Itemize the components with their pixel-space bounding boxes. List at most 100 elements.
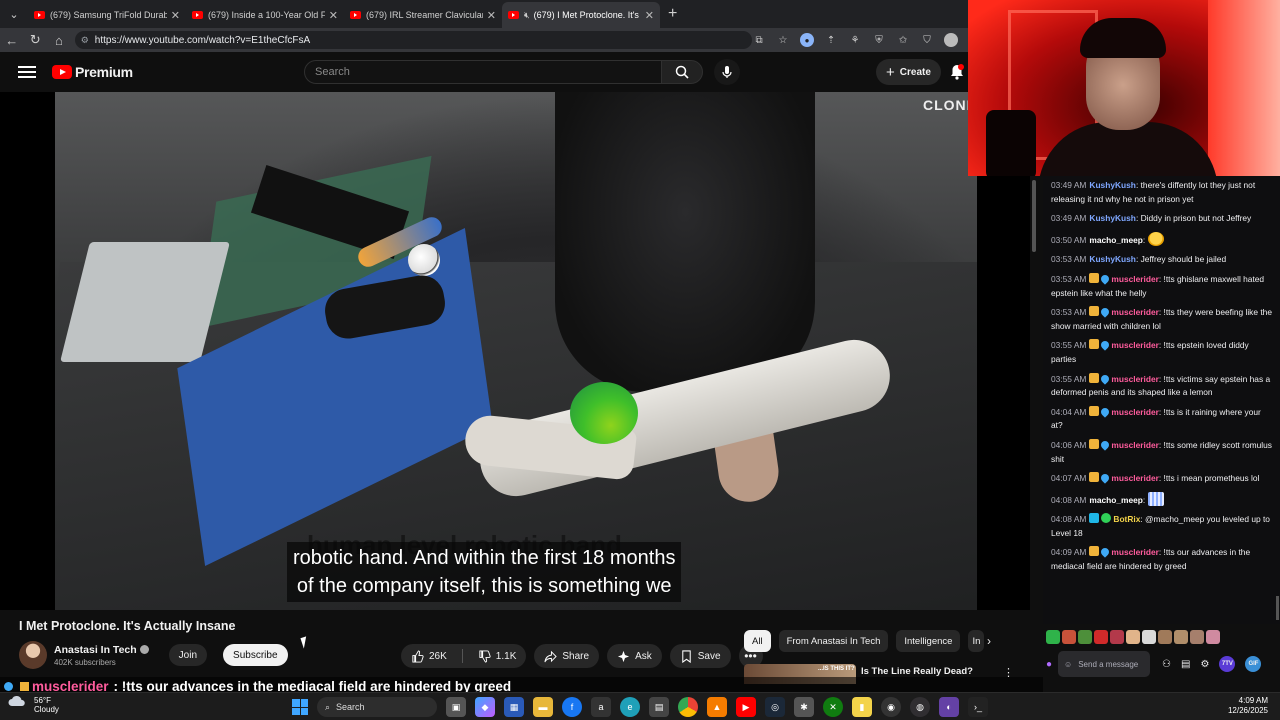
close-tab-icon[interactable]: ✕ <box>171 9 180 22</box>
chip-all[interactable]: All <box>744 630 771 652</box>
settings-icon[interactable]: ✱ <box>794 697 814 717</box>
home-icon[interactable]: ⌂ <box>47 33 71 48</box>
chip-intelligence[interactable]: Intelligence <box>896 630 961 652</box>
facebook-icon[interactable]: f <box>562 697 582 717</box>
calculator-icon[interactable]: ▤ <box>649 697 669 717</box>
gif-icon[interactable]: GIF <box>1245 656 1262 672</box>
scrollbar-thumb[interactable] <box>1032 180 1036 252</box>
emote-figure-icon[interactable] <box>1142 630 1156 644</box>
site-info-icon[interactable]: ⚙ <box>81 35 89 46</box>
channel-avatar[interactable] <box>19 641 47 669</box>
emote-grid-icon[interactable] <box>1110 630 1124 644</box>
back-arrow-icon[interactable]: ← <box>0 33 24 48</box>
chevron-right-icon[interactable]: › <box>987 634 991 648</box>
search-button[interactable] <box>661 60 703 84</box>
chat-username[interactable]: KushyKush <box>1089 213 1136 223</box>
notes-icon[interactable]: ▮ <box>852 697 872 717</box>
subscribe-button[interactable]: Subscribe <box>223 644 288 666</box>
browser-tab[interactable]: (679) Inside a 100-Year Old Farm T ✕ <box>186 2 344 28</box>
recommended-title[interactable]: Is The Line Really Dead? <box>861 666 973 677</box>
emote-man-icon[interactable] <box>1190 630 1204 644</box>
emote-dog-icon[interactable] <box>1174 630 1188 644</box>
terminal-icon[interactable]: ›_ <box>968 697 988 717</box>
microphone-icon[interactable]: ● <box>1046 659 1052 670</box>
video-frame[interactable]: CLONE human level robotic hand robotic h… <box>55 92 977 610</box>
dislike-button[interactable]: 1.1K <box>468 644 527 668</box>
youtube-logo[interactable]: Premium <box>52 64 133 80</box>
twitch-icon[interactable]: ◐ <box>939 697 959 717</box>
cast-icon[interactable]: ⧉ <box>752 33 766 47</box>
ask-button[interactable]: Ask <box>607 644 662 668</box>
puzzle-extension-icon[interactable]: ⚘ <box>848 33 862 47</box>
chat-username[interactable]: KushyKush <box>1089 254 1136 264</box>
speaker-muted-icon[interactable]: 🔇︎ <box>524 10 530 21</box>
github-icon[interactable]: ◉ <box>881 697 901 717</box>
chat-scrollbar-thumb[interactable] <box>1276 596 1279 620</box>
7tv-icon[interactable]: 7TV <box>1219 656 1236 672</box>
video-player[interactable]: CLONE human level robotic hand robotic h… <box>0 92 1030 610</box>
copilot-icon[interactable]: ◆ <box>475 697 495 717</box>
chat-username[interactable]: musclerider <box>1111 473 1158 483</box>
chrome-icon[interactable] <box>678 697 698 717</box>
chat-username[interactable]: KushyKush <box>1089 180 1136 190</box>
chip-from-channel[interactable]: From Anastasi In Tech <box>778 630 889 652</box>
page-scrollbar[interactable] <box>1030 176 1038 684</box>
extension-round-icon[interactable]: ● <box>800 33 815 47</box>
chat-username[interactable]: BotRix <box>1113 514 1140 524</box>
create-button[interactable]: + Create <box>876 59 941 85</box>
settings-gear-icon[interactable]: ⚙ <box>1200 659 1209 670</box>
profile-avatar-icon[interactable] <box>944 33 959 47</box>
emote-picker-icon[interactable]: ☺ <box>1064 660 1072 669</box>
reload-icon[interactable]: ↻ <box>24 32 48 48</box>
windows-start-icon[interactable] <box>292 699 308 715</box>
search-input[interactable]: Search <box>304 60 662 84</box>
users-icon[interactable]: ⚇ <box>1162 659 1171 670</box>
youtube-app-icon[interactable]: ▶ <box>736 697 756 717</box>
chip-truncated[interactable]: In <box>968 630 985 652</box>
channel-name[interactable]: Anastasi In Tech <box>54 644 149 656</box>
emote-cat-icon[interactable] <box>1158 630 1172 644</box>
emote-face-icon[interactable] <box>1062 630 1076 644</box>
notifications-bell-icon[interactable] <box>950 64 964 85</box>
chat-username[interactable]: macho_meep <box>1089 235 1143 245</box>
chat-username[interactable]: musclerider <box>1111 547 1158 557</box>
adblock-icon[interactable]: ⛨ <box>872 33 886 47</box>
close-tab-icon[interactable]: ✕ <box>487 9 496 22</box>
close-tab-icon[interactable]: ✕ <box>329 9 338 22</box>
obs-icon[interactable]: ◍ <box>910 697 930 717</box>
emote-w-icon[interactable] <box>1046 630 1060 644</box>
store-icon[interactable]: ▤ <box>1181 659 1190 670</box>
chat-username[interactable]: musclerider <box>1111 440 1158 450</box>
shield-icon[interactable]: ⛉ <box>920 33 934 47</box>
save-button[interactable]: Save <box>669 644 731 668</box>
emote-pink-icon[interactable] <box>1206 630 1220 644</box>
chat-username[interactable]: musclerider <box>1111 274 1158 284</box>
xbox-icon[interactable]: ✕ <box>823 697 843 717</box>
chat-scrollbar[interactable] <box>1276 176 1280 624</box>
tab-search-chevron-icon[interactable]: ⌄ <box>0 0 28 28</box>
chat-username[interactable]: musclerider <box>1111 374 1158 384</box>
browser-tab[interactable]: (679) IRL Streamer Clavicular Just C ✕ <box>344 2 502 28</box>
amazon-icon[interactable]: a <box>591 697 611 717</box>
task-view-icon[interactable]: ▣ <box>446 697 466 717</box>
emote-red-icon[interactable] <box>1094 630 1108 644</box>
share-button[interactable]: Share <box>534 644 600 668</box>
taskbar-search[interactable]: ⌕ Search <box>317 697 437 717</box>
favorites-icon[interactable]: ✩ <box>896 33 910 47</box>
join-button[interactable]: Join <box>168 644 208 666</box>
edge-icon[interactable]: e <box>620 697 640 717</box>
channel-name-text[interactable]: Anastasi In Tech <box>54 644 137 656</box>
pin-extension-icon[interactable]: ⇡ <box>824 33 838 47</box>
like-button[interactable]: 26K <box>401 644 457 668</box>
file-explorer-icon[interactable]: ▬ <box>533 697 553 717</box>
voice-search-button[interactable] <box>714 59 740 85</box>
browser-tab[interactable]: (679) Samsung TriFold Durabili ✕ <box>28 2 186 28</box>
hamburger-menu-icon[interactable] <box>18 66 36 78</box>
browser-tab-active[interactable]: 🔇︎ (679) I Met Protoclone. It's Ac ✕ <box>502 2 660 28</box>
chat-username[interactable]: musclerider <box>1111 307 1158 317</box>
emote-frog-icon[interactable] <box>1078 630 1092 644</box>
system-clock[interactable]: 4:09 AM 12/26/2025 <box>1200 696 1268 716</box>
chat-username[interactable]: musclerider <box>1111 340 1158 350</box>
emote-hand-icon[interactable] <box>1126 630 1140 644</box>
close-tab-icon[interactable]: ✕ <box>645 9 654 22</box>
